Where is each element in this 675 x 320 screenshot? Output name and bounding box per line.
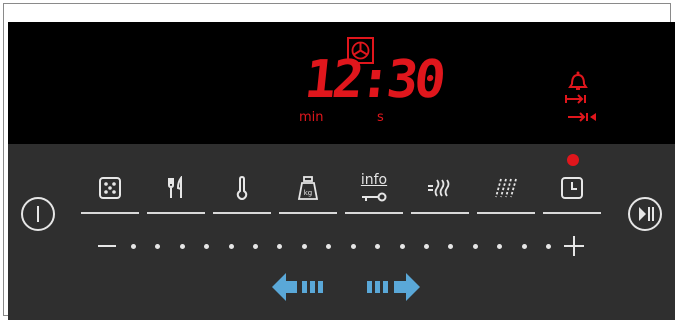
bell-icon xyxy=(568,71,588,90)
slider-step-dot[interactable] xyxy=(131,244,136,249)
button-underline xyxy=(147,212,205,214)
slider-minus-icon[interactable] xyxy=(98,245,116,247)
button-underline xyxy=(81,212,139,214)
slider-step-dot[interactable] xyxy=(521,244,527,249)
scroll-right-arrow[interactable] xyxy=(364,270,422,304)
program-button-weight[interactable]: kg xyxy=(279,172,337,214)
play-pause-icon xyxy=(639,207,654,221)
button-underline xyxy=(345,212,403,214)
time-readout: 12:30 xyxy=(302,50,445,114)
program-button-grill[interactable] xyxy=(477,172,535,214)
button-underline xyxy=(213,212,271,214)
steam-icon xyxy=(428,179,450,197)
scroll-left-arrow[interactable] xyxy=(270,270,328,304)
info-label: info xyxy=(360,172,388,188)
slider-step-dot[interactable] xyxy=(423,244,429,249)
button-underline xyxy=(279,212,337,214)
button-underline xyxy=(543,212,601,214)
minutes-unit-label: min xyxy=(299,110,324,125)
clock-icon xyxy=(561,177,583,199)
program-button-info[interactable]: info xyxy=(345,172,403,214)
thermometer-icon xyxy=(236,176,248,200)
button-underline xyxy=(411,212,469,214)
grill-icon xyxy=(495,178,517,198)
program-button-cooking[interactable] xyxy=(81,172,139,214)
time-digits: 12:30 xyxy=(301,50,445,110)
slider-step-dot[interactable] xyxy=(301,244,307,249)
cutlery-icon xyxy=(168,176,182,198)
end-time-icon xyxy=(568,112,596,122)
svg-text:kg: kg xyxy=(304,189,313,197)
slider-step-dot[interactable] xyxy=(546,244,551,249)
control-panel xyxy=(8,144,675,320)
start-time-icon xyxy=(565,94,586,104)
slider-step-dot[interactable] xyxy=(179,244,185,249)
power-button[interactable] xyxy=(21,197,55,231)
slider-step-dot[interactable] xyxy=(228,244,234,249)
dice-icon xyxy=(99,177,121,199)
button-underline xyxy=(477,212,535,214)
program-button-temperature[interactable] xyxy=(213,172,271,214)
slider-step-dot[interactable] xyxy=(399,244,405,249)
seconds-unit-label: s xyxy=(377,110,384,125)
slider-plus-icon-vertical xyxy=(573,236,575,256)
timer-active-indicator xyxy=(567,154,579,166)
status-indicators xyxy=(565,71,596,122)
weight-kg-icon: kg xyxy=(297,176,319,200)
program-button-meals[interactable] xyxy=(147,172,205,214)
program-button-timer[interactable] xyxy=(543,172,601,214)
power-icon xyxy=(37,206,39,222)
value-slider[interactable] xyxy=(95,234,587,258)
start-pause-button[interactable] xyxy=(628,197,662,231)
slider-step-dot[interactable] xyxy=(350,244,356,249)
key-icon xyxy=(362,192,387,202)
slider-step-dot[interactable] xyxy=(472,244,478,249)
program-button-steam[interactable] xyxy=(411,172,469,214)
